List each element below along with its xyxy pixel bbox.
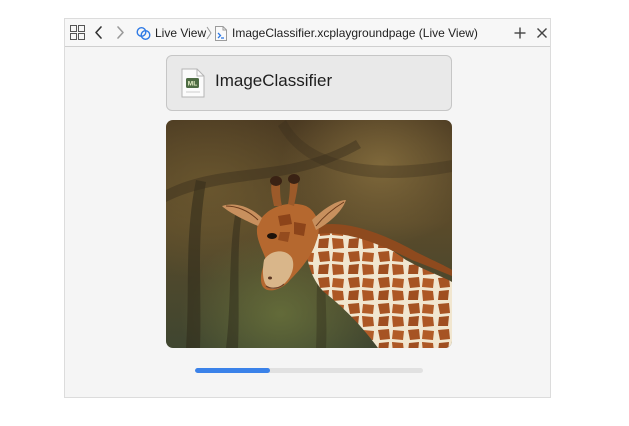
breadcrumb-live-view-label: Live View <box>155 26 207 40</box>
chevron-left-icon[interactable] <box>92 24 106 41</box>
swift-file-icon <box>215 25 227 41</box>
close-icon[interactable] <box>535 25 549 41</box>
breadcrumb-page-label: ImageClassifier.xcplaygroundpage (Live V… <box>232 26 478 40</box>
jump-bar: Live View ImageClassifier.xcplaygroundpa… <box>65 19 550 47</box>
live-view-icon <box>136 26 151 41</box>
model-title: ImageClassifier <box>215 71 333 90</box>
breadcrumb-playground-page[interactable]: ImageClassifier.xcplaygroundpage (Live V… <box>215 24 478 42</box>
plus-icon[interactable] <box>513 25 527 41</box>
grid-icon[interactable] <box>70 25 85 40</box>
mlmodel-file-icon: ML <box>181 68 205 98</box>
live-view-window: Live View ImageClassifier.xcplaygroundpa… <box>64 18 551 398</box>
model-header-panel: ML ImageClassifier <box>166 55 452 111</box>
chevron-right-icon[interactable] <box>113 24 127 41</box>
classification-progress-bar <box>195 368 423 373</box>
classified-image <box>166 120 452 348</box>
progress-bar-fill <box>195 368 271 373</box>
breadcrumb-live-view[interactable]: Live View <box>136 24 206 42</box>
breadcrumb-separator-icon <box>205 25 213 41</box>
mlmodel-badge-text: ML <box>188 81 197 88</box>
